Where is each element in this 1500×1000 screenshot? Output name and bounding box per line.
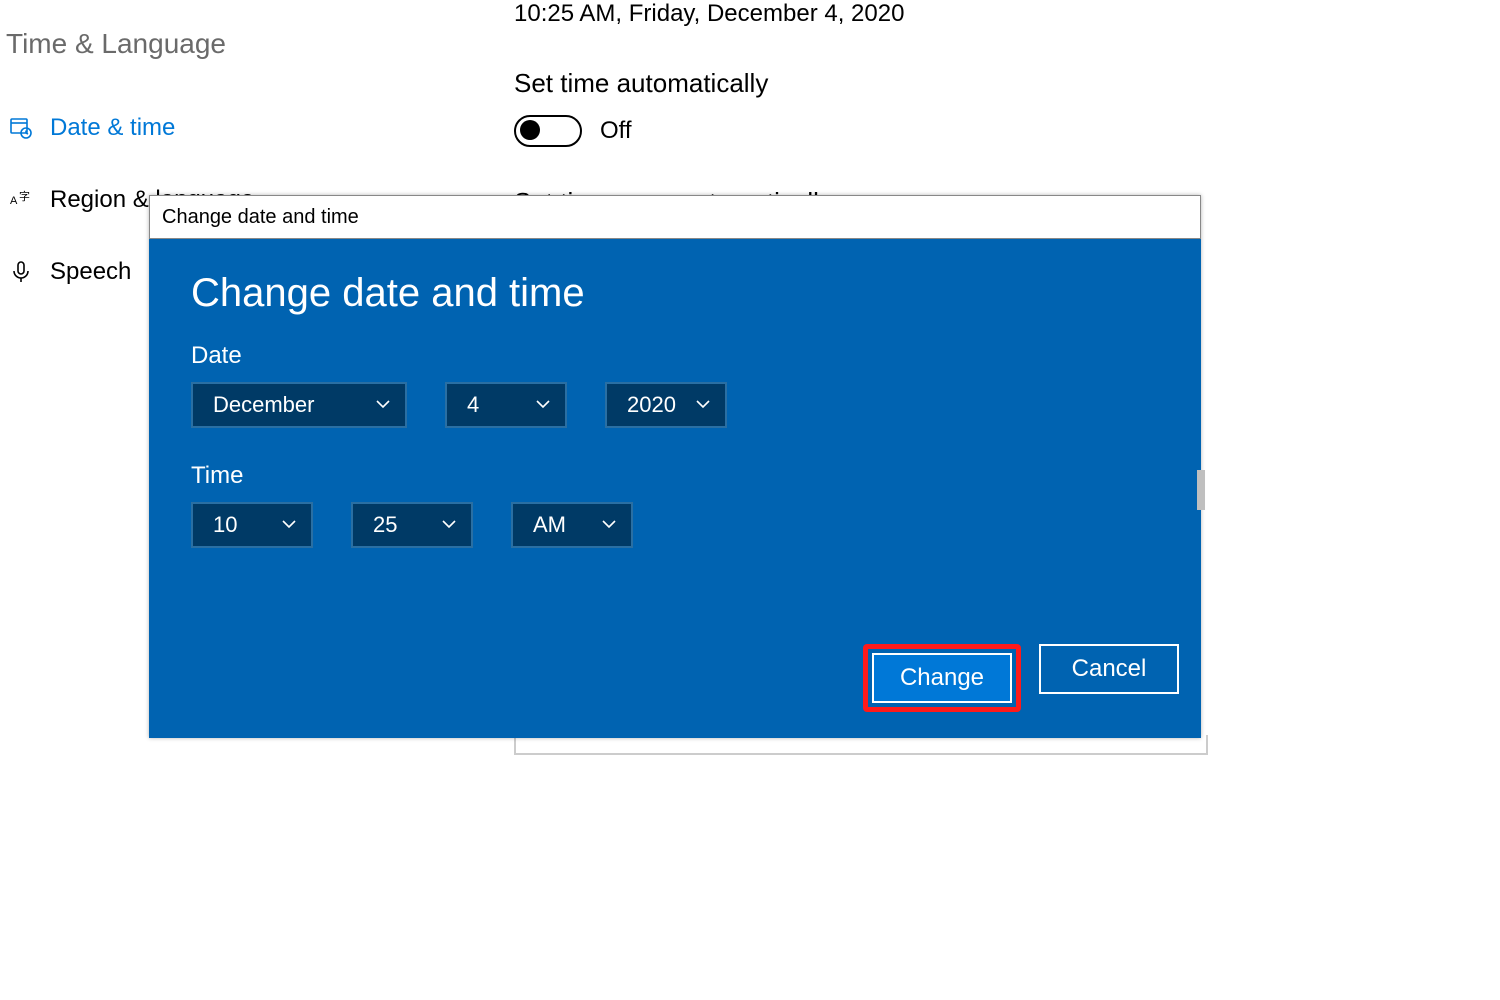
dialog-titlebar-text: Change date and time [162,206,359,229]
svg-text:A: A [10,195,18,207]
day-value: 4 [467,392,479,418]
set-time-automatically: Set time automatically Off [514,68,1460,147]
dropdown-behind-dialog[interactable] [514,735,1208,755]
setting-label: Set time automatically [514,68,1460,99]
sidebar-item-date-time[interactable]: Date & time [0,92,400,164]
change-date-time-dialog: Change date and time Change date and tim… [149,195,1201,738]
minute-dropdown[interactable]: 25 [351,502,473,548]
chevron-down-icon [695,392,711,418]
highlight-frame: Change [863,644,1021,712]
ampm-dropdown[interactable]: AM [511,502,633,548]
chevron-down-icon [441,512,457,538]
hour-value: 10 [213,512,237,538]
month-value: December [213,392,314,418]
dialog-body: Change date and time Date December 4 202… [149,239,1201,548]
sidebar-title: Time & Language [6,28,400,60]
language-icon: A 字 [6,188,36,212]
ampm-value: AM [533,512,566,538]
minute-value: 25 [373,512,397,538]
sidebar-item-label: Speech [50,258,131,286]
set-time-auto-toggle[interactable] [514,115,582,147]
chevron-down-icon [375,392,391,418]
chevron-down-icon [535,392,551,418]
chevron-down-icon [281,512,297,538]
toggle-knob [520,120,540,140]
svg-text:字: 字 [19,189,30,203]
microphone-icon [6,260,36,284]
month-dropdown[interactable]: December [191,382,407,428]
sidebar-item-label: Date & time [50,114,175,142]
hour-dropdown[interactable]: 10 [191,502,313,548]
day-dropdown[interactable]: 4 [445,382,567,428]
cancel-button[interactable]: Cancel [1039,644,1179,694]
date-field-label: Date [191,342,1159,370]
calendar-clock-icon [6,116,36,140]
change-button[interactable]: Change [872,653,1012,703]
time-field-label: Time [191,462,1159,490]
date-combo-row: December 4 2020 [191,382,1159,428]
chevron-down-icon [601,512,617,538]
year-dropdown[interactable]: 2020 [605,382,727,428]
dialog-actions: Change Cancel [863,644,1179,712]
year-value: 2020 [627,392,676,418]
scrollbar[interactable] [1197,470,1205,510]
dialog-heading: Change date and time [191,271,1159,316]
current-date-time: 10:25 AM, Friday, December 4, 2020 [514,0,1460,28]
dialog-titlebar[interactable]: Change date and time [149,195,1201,239]
time-combo-row: 10 25 AM [191,502,1159,548]
toggle-state: Off [600,117,632,145]
